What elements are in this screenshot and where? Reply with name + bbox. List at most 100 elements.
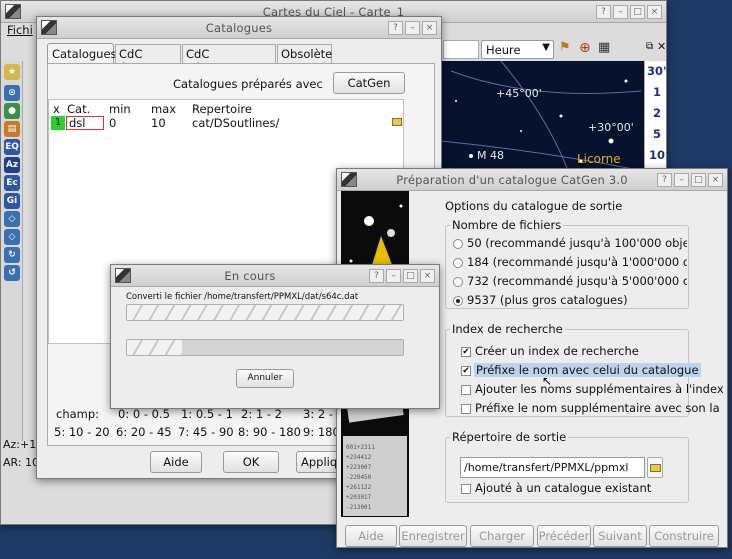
help-icon[interactable]: ?	[596, 5, 611, 19]
create-index-label[interactable]: Créer un index de recherche	[475, 344, 639, 358]
catgen-label: Catalogues préparés avec	[173, 77, 323, 91]
close-icon[interactable]: ×	[647, 5, 662, 19]
add-names-checkbox[interactable]	[461, 385, 471, 395]
file-progress-fill	[127, 305, 403, 320]
help-button[interactable]: Aide	[345, 525, 397, 547]
sky-chart[interactable]: +45°00' +30°00' M 48 Licorne	[441, 61, 644, 179]
radio-732[interactable]	[453, 277, 463, 287]
az-tool-icon[interactable]: Az	[4, 157, 20, 173]
progress-dialog: En cours ? – □ × Converti le fichier /home/…	[110, 264, 440, 409]
tab-label: Catalogues	[52, 47, 117, 61]
sky-label-ra1: +45°00'	[496, 87, 542, 100]
build-button[interactable]: Construire le	[649, 525, 719, 547]
help-icon[interactable]: ?	[388, 21, 403, 35]
folder-icon[interactable]	[392, 118, 402, 126]
telescope-icon[interactable]: ⚑	[559, 40, 575, 57]
close-icon[interactable]: ×	[708, 173, 723, 187]
radio-732-label[interactable]: 732 (recommandé jusqu'à 5'000'000 obje	[467, 274, 687, 288]
catalogues-title: Catalogues	[205, 21, 273, 35]
radio-184-label[interactable]: 184 (recommandé jusqu'à 1'000'000 obje	[467, 255, 687, 269]
help-button[interactable]: Aide	[150, 451, 202, 473]
prefix-name-label[interactable]: Préfixe le nom avec celui du catalogue	[474, 363, 701, 377]
catgen-button[interactable]: CatGen	[333, 72, 405, 94]
ok-button[interactable]: OK	[223, 451, 279, 473]
flip-tool-icon[interactable]: ◇	[4, 229, 20, 245]
zoom-scale-label[interactable]: 5	[653, 127, 661, 141]
maximize-icon[interactable]: □	[691, 173, 706, 187]
next-button[interactable]: Suivant >	[593, 525, 647, 547]
help-icon[interactable]: ?	[369, 269, 384, 283]
add-names-label[interactable]: Ajouter les noms supplémentaires à l'ind…	[475, 382, 724, 396]
create-index-checkbox[interactable]: ✔	[461, 347, 471, 357]
cancel-button[interactable]: Annuler	[236, 369, 294, 388]
rotate-right-icon[interactable]: ↻	[4, 247, 20, 263]
minimize-icon[interactable]: –	[386, 269, 401, 283]
row-dir-cell[interactable]: cat/DSoutlines/	[192, 116, 279, 130]
folder-browse-icon[interactable]	[647, 457, 663, 478]
minimize-icon[interactable]: –	[613, 5, 628, 19]
tab-obsolete[interactable]: Obsolète	[277, 44, 332, 63]
menu-fichier[interactable]: Fichi	[7, 23, 33, 37]
prefix-name-checkbox[interactable]: ✔	[461, 366, 471, 376]
restore-icon[interactable]: ⧉	[646, 41, 653, 52]
grid-icon[interactable]: ▦	[598, 40, 614, 57]
radio-9537-label[interactable]: 9537 (plus gros catalogues)	[467, 293, 628, 307]
tab-cdc-nebuleuses[interactable]: CdC nébuleuses	[182, 44, 276, 75]
maximize-icon[interactable]: □	[403, 269, 418, 283]
zoom-scale-label[interactable]: 30'	[647, 64, 666, 78]
minimize-icon[interactable]: –	[405, 21, 420, 35]
zoom-tool-icon[interactable]: ⊙	[4, 85, 20, 101]
field-row-0-cell: champ:	[56, 407, 100, 421]
col-header-cat: Cat.	[67, 102, 91, 116]
time-unit-select[interactable]: Heure ▼	[481, 40, 554, 59]
load-button[interactable]: Charger	[470, 525, 534, 547]
zoom-scale-label[interactable]: 2	[653, 106, 661, 120]
radio-184[interactable]	[453, 258, 463, 268]
eq-tool-icon[interactable]: EQ	[4, 139, 20, 155]
row-enabled-cell[interactable]: 1	[51, 116, 65, 130]
gi-tool-icon[interactable]: Gi	[4, 193, 20, 209]
zoom-scale-label[interactable]: 10	[649, 148, 665, 162]
target-icon[interactable]: ⊕	[579, 40, 595, 57]
progress-message: Converti le fichier /home/transfert/PPMX…	[126, 292, 359, 302]
maximize-icon[interactable]: □	[630, 5, 645, 19]
table-row[interactable]: 1 dsl 0 10 cat/DSoutlines/	[49, 116, 403, 131]
row-min-cell[interactable]: 0	[109, 116, 116, 130]
row-cat-cell[interactable]: dsl	[66, 116, 104, 130]
help-icon[interactable]: ?	[657, 173, 672, 187]
prefix-extra-label[interactable]: Préfixe le nom supplémentaire avec son l…	[475, 401, 719, 415]
planet-tool-icon[interactable]: ●	[4, 103, 20, 119]
radio-50-label[interactable]: 50 (recommandé jusqu'à 100'000 objets	[467, 236, 687, 250]
close-icon[interactable]: ×	[420, 269, 435, 283]
tab-cdc-etoiles[interactable]: CdC étoiles	[115, 44, 181, 75]
append-checkbox[interactable]	[461, 484, 471, 494]
row-max-cell[interactable]: 10	[151, 116, 166, 130]
star-tool-icon[interactable]: ★	[4, 64, 20, 80]
save-button[interactable]: Enregistrer	[399, 525, 467, 547]
rotate-tool-icon[interactable]: ◇	[4, 211, 20, 227]
output-path-input[interactable]: /home/transfert/PPMXL/ppmxl	[460, 457, 645, 478]
svg-text:-220450: -220450	[346, 474, 372, 481]
previous-button[interactable]: Précéder	[537, 525, 591, 547]
field-row-1-cell: 9: 180	[303, 425, 340, 439]
prefix-extra-checkbox[interactable]	[461, 404, 471, 414]
rotate-left-icon[interactable]: ↺	[4, 265, 20, 281]
sky-object-label: M 48	[477, 149, 504, 162]
status-az: Az:+1	[3, 438, 37, 451]
minimize-icon[interactable]: –	[674, 173, 689, 187]
zoom-scale-label[interactable]: 1	[653, 85, 661, 99]
tab-catalogues[interactable]: Catalogues	[47, 43, 117, 63]
constellation-label: Licorne	[577, 152, 621, 166]
close-chart-icon[interactable]: ✕	[657, 40, 666, 53]
field-row-1-cell: 6: 20 - 45	[116, 425, 172, 439]
sky-label-ra2: +30°00'	[588, 121, 634, 134]
radio-50[interactable]	[453, 239, 463, 249]
field-row-0-cell: 2: 1 - 2	[241, 407, 282, 421]
svg-text:-213001: -213001	[346, 504, 372, 511]
close-icon[interactable]: ×	[422, 21, 437, 35]
radio-9537[interactable]	[453, 296, 463, 306]
append-label[interactable]: Ajouté à un catalogue existant	[475, 481, 651, 495]
ec-tool-icon[interactable]: Ec	[4, 175, 20, 191]
toolbar-field[interactable]	[443, 40, 479, 59]
grid-tool-icon[interactable]: ▤	[4, 121, 20, 137]
